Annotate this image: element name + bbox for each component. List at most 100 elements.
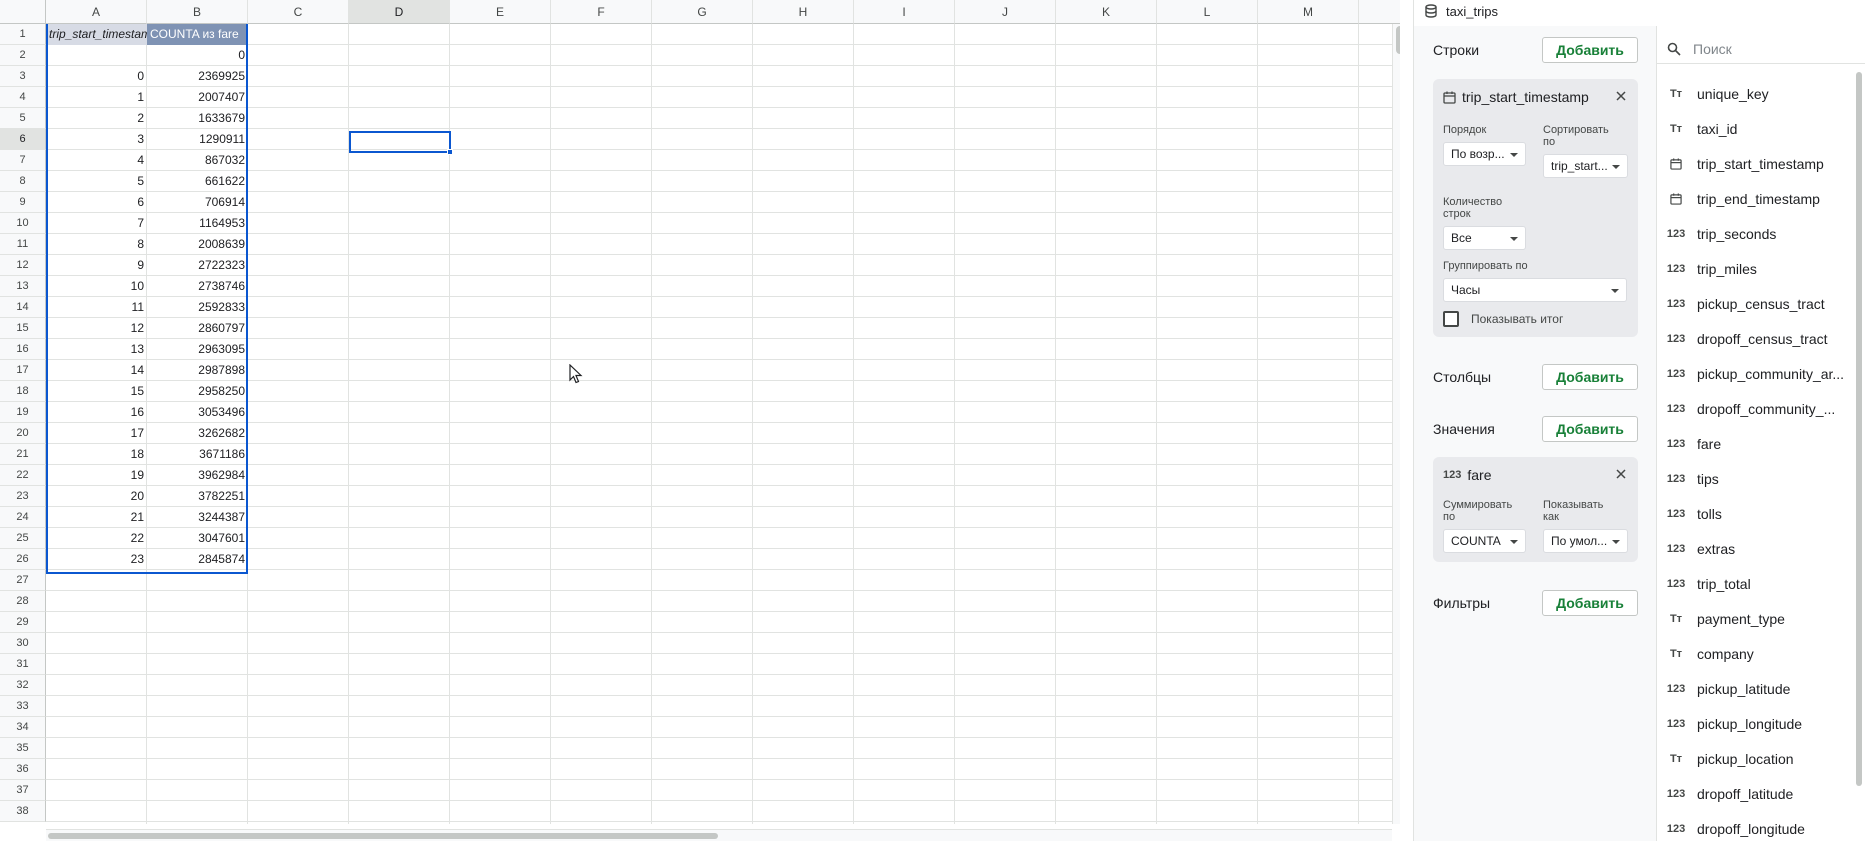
- column-header-e[interactable]: E: [450, 0, 551, 24]
- field-item[interactable]: trip_start_timestamp: [1657, 146, 1855, 181]
- pivot-hour-cell[interactable]: 12: [46, 318, 147, 339]
- pivot-count-cell[interactable]: 0: [147, 45, 248, 66]
- field-item[interactable]: 123 dropoff_census_tract: [1657, 321, 1855, 356]
- row-header-2[interactable]: 2: [0, 45, 46, 66]
- row-header-1[interactable]: 1: [0, 24, 46, 45]
- field-item[interactable]: Tт unique_key: [1657, 76, 1855, 111]
- pivot-count-cell[interactable]: 2963095: [147, 339, 248, 360]
- sort-by-dropdown[interactable]: trip_start...: [1543, 154, 1628, 178]
- row-header-27[interactable]: 27: [0, 570, 46, 591]
- cell-grid[interactable]: [46, 24, 1396, 824]
- field-item[interactable]: 123 dropoff_community_...: [1657, 391, 1855, 426]
- column-header-h[interactable]: H: [753, 0, 854, 24]
- row-header-29[interactable]: 29: [0, 612, 46, 633]
- column-header-d[interactable]: D: [349, 0, 450, 24]
- pivot-hour-cell[interactable]: 14: [46, 360, 147, 381]
- row-header-22[interactable]: 22: [0, 465, 46, 486]
- spreadsheet-grid[interactable]: ABCDEFGHIJKLMN 1234567891011121314151617…: [0, 0, 1400, 841]
- pivot-hour-cell[interactable]: 16: [46, 402, 147, 423]
- column-header-g[interactable]: G: [652, 0, 753, 24]
- row-header-33[interactable]: 33: [0, 696, 46, 717]
- add-value-button[interactable]: Добавить: [1542, 416, 1638, 442]
- field-item[interactable]: trip_end_timestamp: [1657, 181, 1855, 216]
- pivot-count-cell[interactable]: 3244387: [147, 507, 248, 528]
- show-total-checkbox[interactable]: [1443, 311, 1459, 327]
- pivot-hour-cell[interactable]: 13: [46, 339, 147, 360]
- field-item[interactable]: Tт company: [1657, 636, 1855, 671]
- pivot-count-cell[interactable]: 2722323: [147, 255, 248, 276]
- column-header-c[interactable]: C: [248, 0, 349, 24]
- row-header-14[interactable]: 14: [0, 297, 46, 318]
- pivot-count-cell[interactable]: 2987898: [147, 360, 248, 381]
- row-header-5[interactable]: 5: [0, 108, 46, 129]
- field-list-scrollbar[interactable]: [1856, 72, 1862, 786]
- field-item[interactable]: 123 pickup_longitude: [1657, 706, 1855, 741]
- pivot-count-cell[interactable]: 3962984: [147, 465, 248, 486]
- vertical-scrollbar[interactable]: [1392, 24, 1400, 824]
- summarize-by-dropdown[interactable]: COUNTA: [1443, 529, 1526, 553]
- pivot-hour-cell[interactable]: 23: [46, 549, 147, 570]
- add-row-button[interactable]: Добавить: [1542, 37, 1638, 63]
- pivot-count-cell[interactable]: 2007407: [147, 87, 248, 108]
- pivot-count-cell[interactable]: 2369925: [147, 66, 248, 87]
- pivot-count-cell[interactable]: 2592833: [147, 297, 248, 318]
- pivot-hour-cell[interactable]: 10: [46, 276, 147, 297]
- field-item[interactable]: Tт payment_type: [1657, 601, 1855, 636]
- row-header-21[interactable]: 21: [0, 444, 46, 465]
- row-header-38[interactable]: 38: [0, 801, 46, 822]
- field-search-input[interactable]: Поиск: [1657, 34, 1865, 64]
- column-header-f[interactable]: F: [551, 0, 652, 24]
- row-header-34[interactable]: 34: [0, 717, 46, 738]
- column-header-j[interactable]: J: [955, 0, 1056, 24]
- field-item[interactable]: 123 tips: [1657, 461, 1855, 496]
- horizontal-scrollbar[interactable]: [46, 829, 1392, 841]
- row-header-13[interactable]: 13: [0, 276, 46, 297]
- row-header-15[interactable]: 15: [0, 318, 46, 339]
- pivot-hour-cell[interactable]: 4: [46, 150, 147, 171]
- pivot-hour-cell[interactable]: 6: [46, 192, 147, 213]
- column-header-m[interactable]: M: [1258, 0, 1359, 24]
- row-header-8[interactable]: 8: [0, 171, 46, 192]
- field-item[interactable]: Tт taxi_id: [1657, 111, 1855, 146]
- field-item[interactable]: 123 pickup_latitude: [1657, 671, 1855, 706]
- pivot-hour-cell[interactable]: 5: [46, 171, 147, 192]
- vertical-scroll-thumb[interactable]: [1396, 26, 1400, 54]
- row-header-10[interactable]: 10: [0, 213, 46, 234]
- pivot-count-cell[interactable]: 3053496: [147, 402, 248, 423]
- horizontal-scroll-thumb[interactable]: [48, 833, 718, 839]
- row-header-6[interactable]: 6: [0, 129, 46, 150]
- row-header-24[interactable]: 24: [0, 507, 46, 528]
- column-header-n[interactable]: N: [1359, 0, 1400, 24]
- pivot-hour-cell[interactable]: 9: [46, 255, 147, 276]
- field-item[interactable]: 123 pickup_census_tract: [1657, 286, 1855, 321]
- field-item[interactable]: 123 pickup_community_ar...: [1657, 356, 1855, 391]
- column-header-k[interactable]: K: [1056, 0, 1157, 24]
- row-header-20[interactable]: 20: [0, 423, 46, 444]
- pivot-count-cell[interactable]: 3782251: [147, 486, 248, 507]
- row-header-7[interactable]: 7: [0, 150, 46, 171]
- pivot-hour-cell[interactable]: 21: [46, 507, 147, 528]
- column-header-l[interactable]: L: [1157, 0, 1258, 24]
- fill-handle[interactable]: [447, 149, 453, 155]
- pivot-hour-cell[interactable]: 18: [46, 444, 147, 465]
- pivot-count-cell[interactable]: 2860797: [147, 318, 248, 339]
- field-item[interactable]: 123 fare: [1657, 426, 1855, 461]
- row-header-12[interactable]: 12: [0, 255, 46, 276]
- pivot-count-cell[interactable]: 1633679: [147, 108, 248, 129]
- row-header-9[interactable]: 9: [0, 192, 46, 213]
- row-header-26[interactable]: 26: [0, 549, 46, 570]
- pivot-hour-cell[interactable]: 3: [46, 129, 147, 150]
- row-header-32[interactable]: 32: [0, 675, 46, 696]
- column-header-a[interactable]: A: [46, 0, 147, 24]
- add-filter-button[interactable]: Добавить: [1542, 590, 1638, 616]
- field-item[interactable]: 123 trip_total: [1657, 566, 1855, 601]
- pivot-hour-cell[interactable]: 22: [46, 528, 147, 549]
- column-header-i[interactable]: I: [854, 0, 955, 24]
- row-header-36[interactable]: 36: [0, 759, 46, 780]
- field-item[interactable]: 123 tolls: [1657, 496, 1855, 531]
- pivot-hour-cell[interactable]: 8: [46, 234, 147, 255]
- pivot-hour-cell[interactable]: [46, 45, 147, 66]
- row-count-dropdown[interactable]: Все: [1443, 226, 1526, 250]
- pivot-count-cell[interactable]: 1290911: [147, 129, 248, 150]
- pivot-hour-cell[interactable]: 15: [46, 381, 147, 402]
